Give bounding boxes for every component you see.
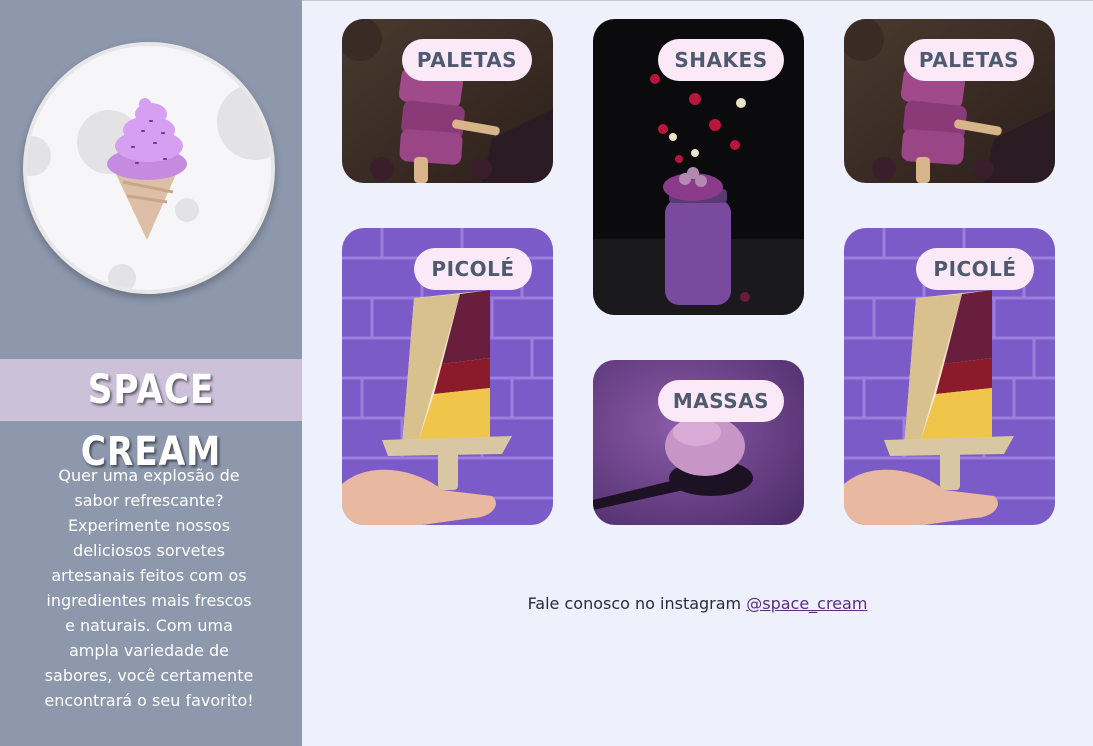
card-label: SHAKES xyxy=(658,39,784,81)
ice-cream-cone-icon xyxy=(27,84,271,290)
card-shakes[interactable]: SHAKES xyxy=(593,19,804,315)
card-label: MASSAS xyxy=(658,380,784,422)
card-picole[interactable]: PICOLÉ xyxy=(342,228,553,525)
card-label: PICOLÉ xyxy=(414,248,532,290)
card-paletas[interactable]: PALETAS xyxy=(844,19,1055,183)
top-divider xyxy=(302,0,1093,1)
card-label: PALETAS xyxy=(904,39,1034,81)
card-paletas[interactable]: PALETAS xyxy=(342,19,553,183)
footer: Fale conosco no instagram @space_cream xyxy=(302,594,1093,613)
sidebar: SPACE CREAM Quer uma explosão de sabor r… xyxy=(0,0,302,746)
brand-description: Quer uma explosão de sabor refrescante? … xyxy=(44,466,254,710)
instagram-link[interactable]: @space_cream xyxy=(746,594,867,613)
card-picole[interactable]: PICOLÉ xyxy=(844,228,1055,525)
footer-text: Fale conosco no instagram xyxy=(527,594,747,613)
brand-title: SPACE CREAM xyxy=(80,367,222,475)
logo xyxy=(23,42,275,294)
card-massas[interactable]: MASSAS xyxy=(593,360,804,525)
card-label: PICOLÉ xyxy=(916,248,1034,290)
card-label: PALETAS xyxy=(402,39,532,81)
